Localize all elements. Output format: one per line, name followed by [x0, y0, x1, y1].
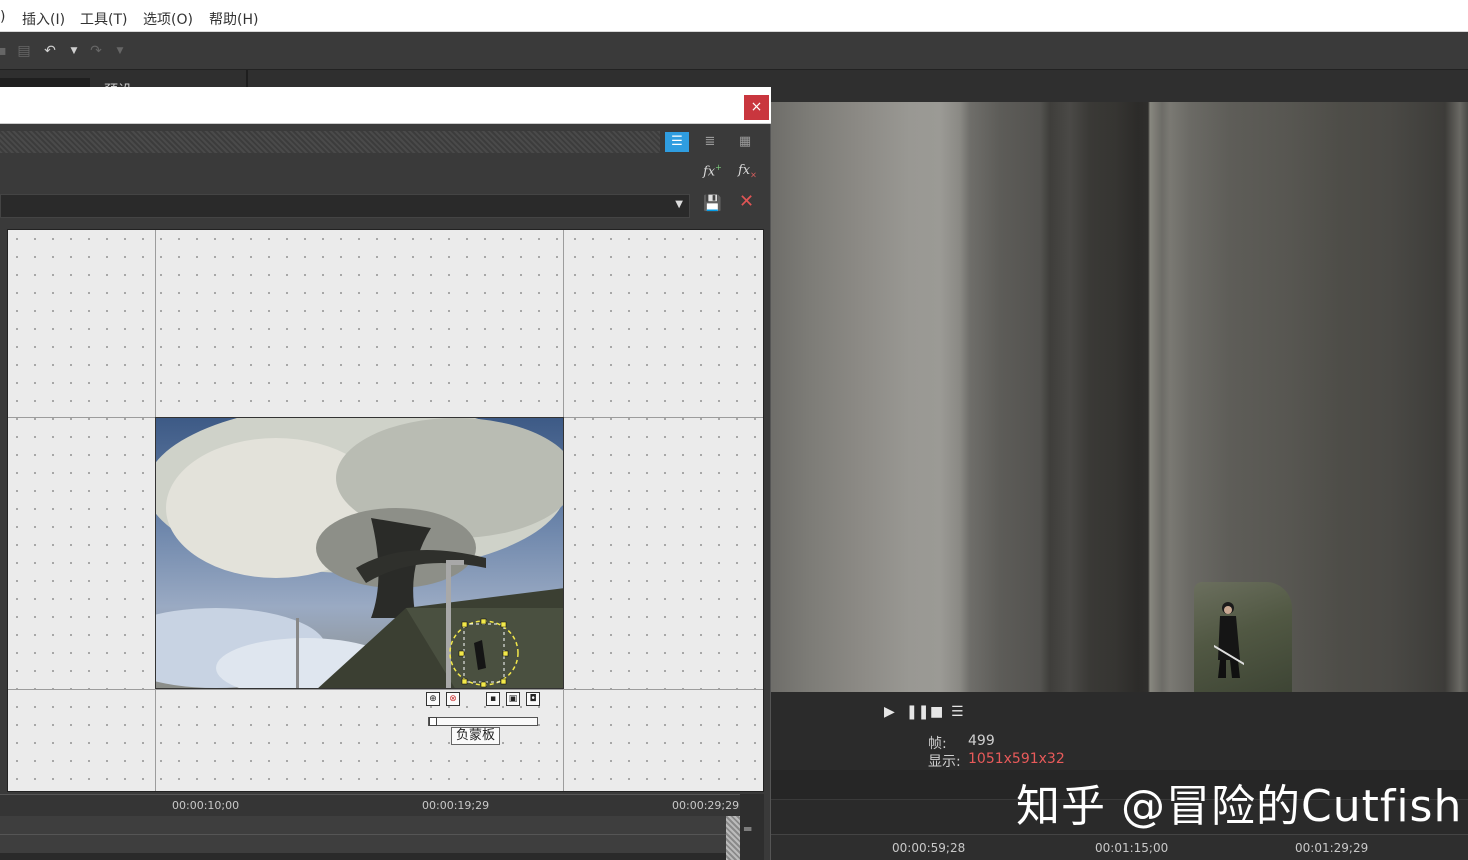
ruler-tick: 00:00:10;00 [172, 799, 240, 812]
dialog-title-bar: × [0, 87, 771, 124]
person-figure [1214, 602, 1244, 678]
undo-icon[interactable]: ↶ [42, 43, 58, 59]
track-divider [0, 834, 726, 835]
close-button[interactable]: × [744, 95, 769, 120]
preview-controls: ▶ ❚❚ ■ ☰ 帧: 499 显示: 1051x591x32 [770, 692, 1468, 770]
redo-icon[interactable]: ↷ [88, 43, 104, 59]
menu-bar: ) 插入(I) 工具(T) 选项(O) 帮助(H) [0, 0, 1468, 32]
stop-icon[interactable]: ■ [930, 704, 946, 720]
frame-label: 帧: [928, 736, 947, 752]
dialog-timeline-ruler[interactable]: 00:00:10;00 00:00:19;29 00:00:29;29 [0, 794, 740, 816]
paste-icon[interactable]: ▤ [16, 43, 32, 59]
dialog-scroll-grip[interactable]: ═ [740, 794, 764, 860]
mask-mode-subtract-icon[interactable]: ⊗ [446, 692, 460, 706]
save-preset-icon[interactable]: 💾 [703, 195, 722, 211]
slider-thumb[interactable] [429, 717, 437, 726]
menu-item-partial[interactable]: ) [0, 9, 5, 25]
track-hatch [726, 816, 740, 860]
masked-figure-clip [1194, 582, 1292, 692]
menu-item-tools[interactable]: 工具(T) [80, 9, 127, 29]
timeline-ruler-right[interactable]: 00:00:59;28 00:01:15;00 00:01:29;29 [770, 834, 1468, 860]
tree-scene [156, 418, 563, 688]
frame-value: 499 [968, 733, 995, 749]
redo-dropdown-icon[interactable]: ▼ [112, 43, 128, 59]
mask-controls: ⊕ ⊗ ▪ ▣ ◘ 负蒙板 [426, 692, 556, 752]
mask-mode-add-icon[interactable]: ⊕ [426, 692, 440, 706]
mask-large-icon[interactable]: ◘ [526, 692, 540, 706]
menu-icon[interactable]: ☰ [951, 704, 967, 720]
mask-medium-icon[interactable]: ▣ [506, 692, 520, 706]
list-view-icon[interactable]: ☰ [665, 132, 689, 152]
mask-small-icon[interactable]: ▪ [486, 692, 500, 706]
mask-canvas[interactable]: ⊕ ⊗ ▪ ▣ ◘ 负蒙板 [7, 229, 764, 792]
video-preview [770, 102, 1468, 692]
negative-mask-label: 负蒙板 [451, 727, 501, 745]
menu-item-help[interactable]: 帮助(H) [209, 9, 258, 29]
ruler-tick: 00:01:15;00 [1095, 841, 1169, 855]
menu-item-insert[interactable]: 插入(I) [22, 9, 65, 29]
undo-dropdown-icon[interactable]: ▼ [66, 43, 82, 59]
ruler-tick: 00:00:19;29 [422, 799, 490, 812]
dialog-bottom-bar [0, 853, 726, 860]
ruler-tick: 00:00:29;29 [672, 799, 740, 812]
guide-line [8, 689, 763, 690]
grid-view-icon[interactable]: ▦ [733, 132, 757, 152]
pause-icon[interactable]: ❚❚ [906, 704, 929, 720]
chevron-down-icon: ▼ [675, 199, 683, 210]
fx-remove-icon[interactable]: fx× [738, 163, 758, 181]
display-value: 1051x591x32 [968, 751, 1065, 767]
pan-crop-dialog: × ☰ ≣ ▦ fx+ fx× ▼ 💾 ✕ ⊕ ⊗ ▪ ▣ ◘ 负蒙板 00:0… [0, 87, 771, 860]
main-toolbar: ▪ ▤ ↶ ▼ ↷ ▼ [0, 32, 1468, 70]
source-frame-image [155, 417, 564, 689]
details-view-icon[interactable]: ≣ [698, 132, 722, 152]
grip-icon: ═ [744, 822, 752, 836]
dialog-header-hatch [0, 131, 660, 153]
play-icon[interactable]: ▶ [884, 704, 900, 720]
delete-preset-icon[interactable]: ✕ [739, 193, 755, 211]
mask-opacity-slider[interactable] [428, 717, 538, 726]
watermark: 知乎 @冒险的Cutfish [1016, 781, 1463, 832]
menu-item-options[interactable]: 选项(O) [143, 9, 193, 29]
copy-icon[interactable]: ▪ [0, 43, 10, 59]
display-label: 显示: [928, 754, 961, 770]
ruler-tick: 00:01:29;29 [1295, 841, 1369, 855]
ruler-tick: 00:00:59;28 [892, 841, 966, 855]
fx-add-icon[interactable]: fx+ [703, 163, 723, 181]
preset-combo[interactable]: ▼ [0, 194, 690, 218]
